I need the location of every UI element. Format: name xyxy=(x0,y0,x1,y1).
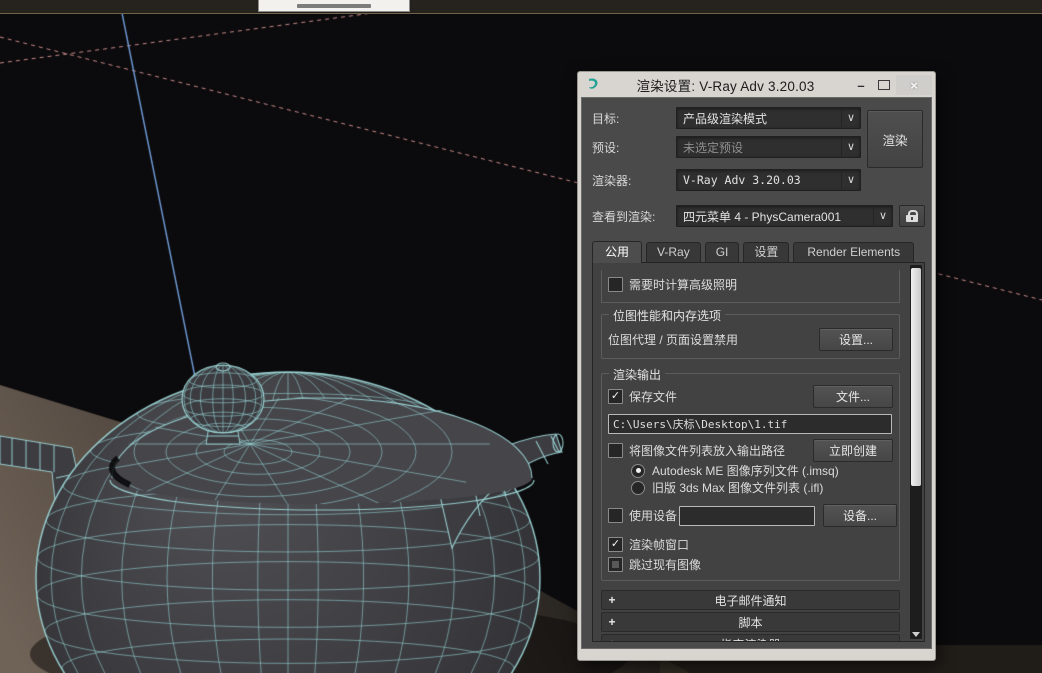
rendered-frame-window-label: 渲染帧窗口 xyxy=(629,536,689,553)
cropped-tooltip xyxy=(258,0,410,12)
render-setup-dialog: 渲染设置: V-Ray Adv 3.20.03 – × 目标: 产品级渲染模式 … xyxy=(578,72,935,660)
scrollbar-thumb[interactable] xyxy=(911,268,921,486)
rendered-frame-window-checkbox[interactable]: ✓ xyxy=(608,537,623,552)
render-output-group: 渲染输出 ✓ 保存文件 文件... 将图像文件列表放入输出路径 立即创建 Aut… xyxy=(601,373,900,581)
files-button[interactable]: 文件... xyxy=(813,385,893,408)
chevron-down-icon: ∨ xyxy=(841,171,860,189)
dialog-body: 目标: 产品级渲染模式 ∨ 预设: 未选定预设 ∨ 渲染器: V-Ray Adv… xyxy=(581,97,932,649)
common-tab-panel: 需要时计算高级照明 位图性能和内存选项 位图代理 / 页面设置禁用 设置... … xyxy=(592,262,925,642)
view-to-render-dropdown[interactable]: 四元菜单 4 - PhysCamera001 ∨ xyxy=(676,205,893,227)
rollout-scripts[interactable]: + 脚本 xyxy=(601,612,900,632)
output-path-field[interactable] xyxy=(608,414,892,434)
advanced-lighting-label: 需要时计算高级照明 xyxy=(629,276,737,293)
top-application-strip xyxy=(0,0,1042,14)
bitmap-group-title: 位图性能和内存选项 xyxy=(609,307,725,324)
minimize-button[interactable]: – xyxy=(850,75,872,95)
target-dropdown[interactable]: 产品级渲染模式 ∨ xyxy=(676,107,861,129)
expand-plus-icon: + xyxy=(602,637,622,642)
app-swirl-icon xyxy=(585,77,601,93)
check-icon: ✓ xyxy=(611,539,620,550)
renderer-dropdown[interactable]: V-Ray Adv 3.20.03 ∨ xyxy=(676,169,861,191)
devices-button[interactable]: 设备... xyxy=(823,504,897,527)
ifl-radio[interactable] xyxy=(631,481,645,495)
tab-gi[interactable]: GI xyxy=(705,242,740,262)
image-list-checkbox[interactable] xyxy=(608,443,623,458)
dialog-titlebar[interactable]: 渲染设置: V-Ray Adv 3.20.03 – × xyxy=(581,73,932,97)
device-field[interactable] xyxy=(679,506,815,526)
rollout-assign-renderer[interactable]: + 指定渲染器 xyxy=(601,634,900,642)
target-value: 产品级渲染模式 xyxy=(677,110,841,127)
view-to-render-label: 查看到渲染: xyxy=(592,208,676,225)
close-button[interactable]: × xyxy=(896,75,932,95)
view-to-render-value: 四元菜单 4 - PhysCamera001 xyxy=(677,208,873,225)
skip-existing-label: 跳过现有图像 xyxy=(629,556,701,573)
tab-vray[interactable]: V-Ray xyxy=(646,242,701,262)
panel-scrollbar[interactable] xyxy=(910,265,922,639)
tab-common[interactable]: 公用 xyxy=(592,241,642,263)
skip-existing-checkbox[interactable] xyxy=(608,557,623,572)
save-file-label: 保存文件 xyxy=(629,388,813,405)
chevron-down-icon: ∨ xyxy=(841,138,860,156)
tooltip-text-smudge xyxy=(297,4,371,8)
render-output-title: 渲染输出 xyxy=(609,366,665,383)
chevron-down-icon: ∨ xyxy=(841,109,860,127)
advanced-lighting-group: 需要时计算高级照明 xyxy=(601,270,900,303)
lock-icon xyxy=(906,210,918,222)
check-icon: ✓ xyxy=(611,391,620,402)
use-device-label: 使用设备 xyxy=(629,507,677,524)
maximize-button[interactable] xyxy=(872,75,896,95)
render-button[interactable]: 渲染 xyxy=(867,110,923,168)
use-device-checkbox[interactable] xyxy=(608,508,623,523)
image-list-label: 将图像文件列表放入输出路径 xyxy=(629,442,813,459)
rollout-list: + 电子邮件通知 + 脚本 + 指定渲染器 xyxy=(601,590,900,642)
ifl-radio-label: 旧版 3ds Max 图像文件列表 (.ifl) xyxy=(652,479,823,496)
target-label: 目标: xyxy=(592,110,676,127)
rollout-label: 电子邮件通知 xyxy=(622,592,879,609)
target-row: 目标: 产品级渲染模式 ∨ xyxy=(592,108,861,128)
close-icon: × xyxy=(910,78,918,93)
minimize-icon: – xyxy=(857,78,864,93)
scrollbar-down-arrow[interactable] xyxy=(912,632,920,637)
save-file-checkbox[interactable]: ✓ xyxy=(608,389,623,404)
preset-row: 预设: 未选定预设 ∨ xyxy=(592,137,861,157)
rollout-label: 脚本 xyxy=(622,614,879,631)
bitmap-options-group: 位图性能和内存选项 位图代理 / 页面设置禁用 设置... xyxy=(601,314,900,359)
imsq-radio[interactable] xyxy=(631,464,645,478)
rollout-label: 指定渲染器 xyxy=(622,636,879,643)
preset-dropdown[interactable]: 未选定预设 ∨ xyxy=(676,136,861,158)
view-to-render-row: 查看到渲染: 四元菜单 4 - PhysCamera001 ∨ xyxy=(592,206,925,226)
expand-plus-icon: + xyxy=(602,593,622,607)
tab-bar: 公用 V-Ray GI 设置 Render Elements xyxy=(592,241,925,262)
advanced-lighting-checkbox[interactable] xyxy=(608,277,623,292)
rollout-email-notifications[interactable]: + 电子邮件通知 xyxy=(601,590,900,610)
preset-label: 预设: xyxy=(592,139,676,156)
tab-settings[interactable]: 设置 xyxy=(743,242,789,262)
preset-value: 未选定预设 xyxy=(677,139,841,156)
chevron-down-icon: ∨ xyxy=(873,207,892,225)
renderer-value: V-Ray Adv 3.20.03 xyxy=(677,173,841,187)
create-now-button[interactable]: 立即创建 xyxy=(813,439,893,462)
imsq-radio-label: Autodesk ME 图像序列文件 (.imsq) xyxy=(652,462,839,479)
lock-view-button[interactable] xyxy=(899,205,925,227)
expand-plus-icon: + xyxy=(602,615,622,629)
bitmap-proxy-status: 位图代理 / 页面设置禁用 xyxy=(608,331,819,348)
bitmap-setup-button[interactable]: 设置... xyxy=(819,328,893,351)
renderer-row: 渲染器: V-Ray Adv 3.20.03 ∨ xyxy=(592,170,861,190)
tab-render-elements[interactable]: Render Elements xyxy=(793,242,914,262)
maximize-icon xyxy=(878,80,890,90)
renderer-label: 渲染器: xyxy=(592,172,676,189)
dialog-title: 渲染设置: V-Ray Adv 3.20.03 xyxy=(601,75,850,95)
